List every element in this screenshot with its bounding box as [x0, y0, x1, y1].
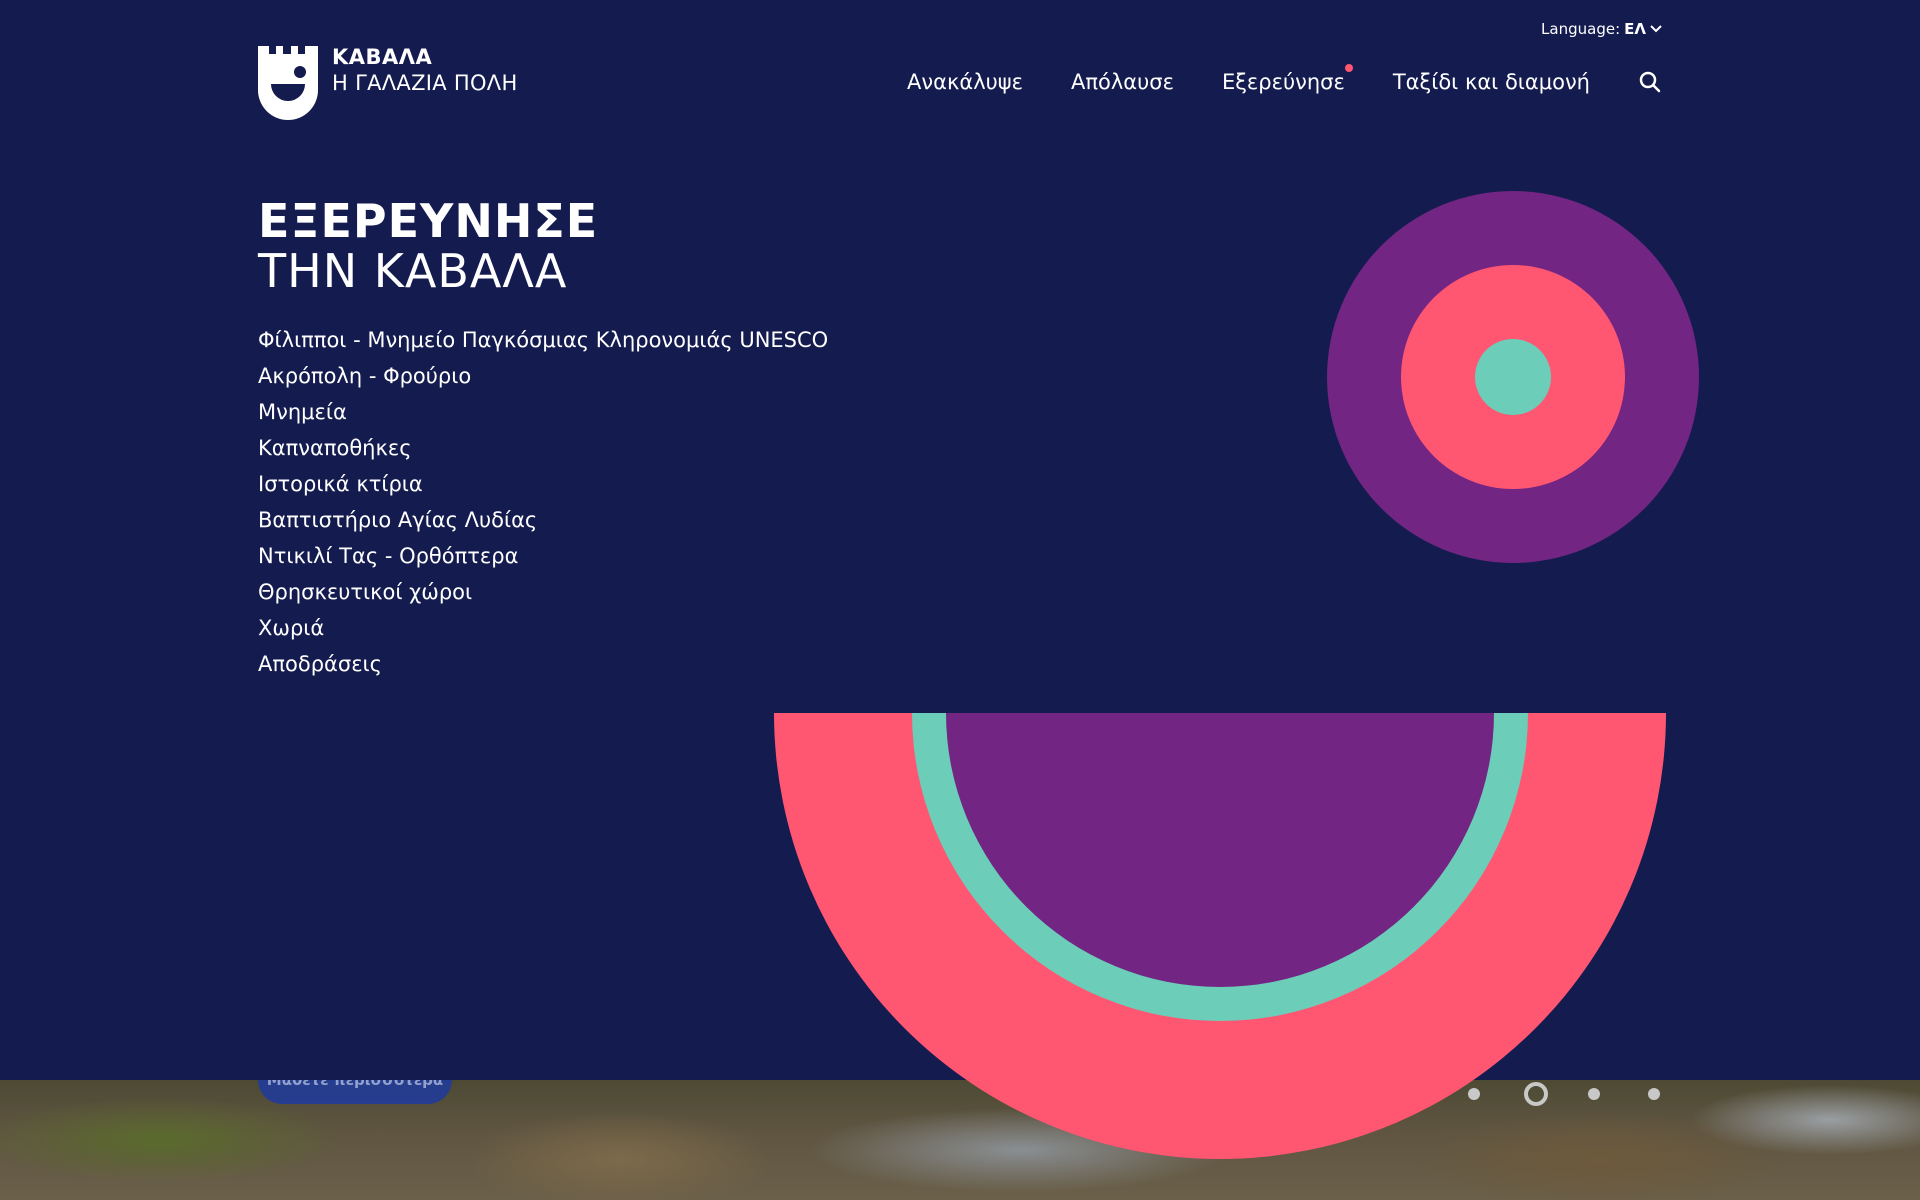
menu-heading-strong: ΕΞΕΡΕΥΝΗΣΕ	[258, 194, 599, 248]
submenu-link-baptistery[interactable]: Βαπτιστήριο Αγίας Λυδίας	[258, 502, 828, 538]
nav-item-explore[interactable]: Εξερεύνησε	[1221, 64, 1353, 94]
submenu-link-dikili-tash[interactable]: Ντικιλί Τας - Ορθόπτερα	[258, 538, 828, 574]
brand-subtitle: Η ΓΑΛΑΖΙΑ ΠΟΛΗ	[332, 71, 518, 95]
submenu-link-acropolis[interactable]: Ακρόπολη - Φρούριο	[258, 358, 828, 394]
submenu-link-tobacco-warehouses[interactable]: Καπναποθήκες	[258, 430, 828, 466]
submenu-link-historic-buildings[interactable]: Ιστορικά κτίρια	[258, 466, 828, 502]
menu-heading-light: ΤΗΝ ΚΑΒΑΛΑ	[258, 244, 568, 298]
explore-submenu: Φίλιπποι - Μνημείο Παγκόσμιας Κληρονομιά…	[258, 322, 828, 682]
submenu-link-religious-sites[interactable]: Θρησκευτικοί χώροι	[258, 574, 828, 610]
language-label: Language:	[1541, 20, 1621, 38]
site-logo[interactable]: ΚΑΒΑΛΑ Η ΓΑΛΑΖΙΑ ΠΟΛΗ	[258, 45, 518, 120]
nav-item-discover[interactable]: Ανακάλυψε	[907, 70, 1023, 94]
decorative-semicircle	[774, 713, 1666, 1159]
menu-heading: ΕΞΕΡΕΥΝΗΣΕ ΤΗΝ ΚΑΒΑΛΑ	[258, 196, 598, 296]
search-icon[interactable]	[1638, 70, 1662, 94]
decorative-concentric-circles	[1327, 191, 1699, 563]
language-current: ΕΛ	[1624, 20, 1646, 38]
nav-item-explore-label: Εξερεύνησε	[1221, 70, 1345, 94]
submenu-link-getaways[interactable]: Αποδράσεις	[258, 646, 828, 682]
castle-smile-logo	[258, 46, 318, 120]
active-indicator-dot	[1344, 64, 1353, 72]
nav-item-enjoy[interactable]: Απόλαυσε	[1071, 70, 1174, 94]
chevron-down-icon	[1650, 25, 1662, 33]
brand-title: ΚΑΒΑΛΑ	[332, 45, 433, 69]
main-navigation: Ανακάλυψε Απόλαυσε Εξερεύνησε Ταξίδι και…	[907, 64, 1662, 94]
submenu-link-monuments[interactable]: Μνημεία	[258, 394, 828, 430]
language-switcher[interactable]: Language: ΕΛ	[1541, 20, 1662, 38]
nav-item-travel-stay[interactable]: Ταξίδι και διαμονή	[1393, 70, 1590, 94]
submenu-link-villages[interactable]: Χωριά	[258, 610, 828, 646]
submenu-link-philippi[interactable]: Φίλιπποι - Μνημείο Παγκόσμιας Κληρονομιά…	[258, 322, 828, 358]
